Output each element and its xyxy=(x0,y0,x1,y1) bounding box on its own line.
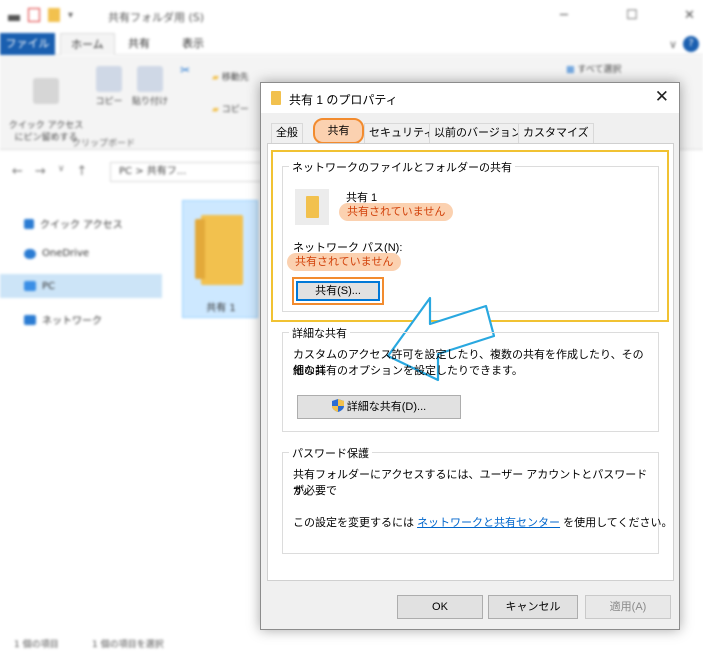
ribbon-tabs: ファイル ホーム 共有 表示 xyxy=(0,33,703,55)
dialog-close-icon[interactable]: ✕ xyxy=(655,87,669,107)
paste-button[interactable]: 貼り付け xyxy=(130,66,170,108)
move-to-icon: ▰ xyxy=(212,73,219,83)
clipboard-group-label: クリップボード xyxy=(72,139,136,149)
copy-to-icon: ▰ xyxy=(212,105,219,115)
recent-dropdown-icon[interactable]: ∨ xyxy=(58,164,65,179)
pc-icon xyxy=(24,281,36,291)
nav-item-network[interactable]: ネットワーク xyxy=(24,312,102,327)
dialog-title: 共有 1 のプロパティ xyxy=(289,93,398,107)
apply-button[interactable]: 適用(A) xyxy=(585,595,671,619)
collapse-ribbon-icon[interactable]: ∨ xyxy=(669,38,677,51)
share-button-highlight: 共有(S)... xyxy=(292,277,384,305)
sharing-panel: ネットワークのファイルとフォルダーの共有 共有 1 共有されていません ネットワ… xyxy=(267,143,674,581)
back-icon[interactable]: ← xyxy=(12,164,23,179)
copy-to-button[interactable]: ▰ コピー xyxy=(212,104,249,116)
properties-icon[interactable] xyxy=(28,8,40,22)
up-icon[interactable]: ↑ xyxy=(76,164,87,179)
password-description-line-2: す。 xyxy=(293,485,314,497)
cancel-button[interactable]: キャンセル xyxy=(488,595,578,619)
network-sharing-center-link[interactable]: ネットワークと共有センター xyxy=(417,517,560,529)
tab-previous-versions[interactable]: 以前のバージョン xyxy=(429,123,527,144)
tab-sharing[interactable]: 共有 xyxy=(315,120,362,144)
folder-icon xyxy=(271,91,281,105)
explorer-title: 共有フォルダ用 (S) xyxy=(108,11,205,24)
network-path-value: 共有されていません xyxy=(287,253,402,271)
ok-button[interactable]: OK xyxy=(397,595,483,619)
new-folder-icon[interactable] xyxy=(48,8,60,22)
password-protection-group: パスワード保護 共有フォルダーにアクセスするには、ユーザー アカウントとパスワー… xyxy=(282,445,673,554)
tab-home[interactable]: ホーム xyxy=(60,33,115,55)
pin-quick-access-button[interactable]: クイック アクセス にピン留めする xyxy=(6,66,86,144)
tab-general[interactable]: 全般 xyxy=(271,123,303,144)
minimize-icon[interactable]: ─ xyxy=(560,8,568,23)
share-status-badge: 共有されていません xyxy=(339,203,454,221)
nav-item-quick-access[interactable]: クイック アクセス xyxy=(24,216,123,231)
advanced-sharing-description-line-2: 細な共有のオプションを設定したりできます。 xyxy=(293,365,523,377)
shared-folder-icon xyxy=(295,189,329,225)
forward-icon[interactable]: → xyxy=(35,164,46,179)
advanced-sharing-group: 詳細な共有 カスタムのアクセス許可を設定したり、複数の共有を作成したり、その他の… xyxy=(282,325,659,432)
qat-dropdown-icon[interactable]: ▾ xyxy=(68,10,73,21)
move-to-button[interactable]: ▰ 移動先 xyxy=(212,72,249,84)
nav-item-onedrive[interactable]: OneDrive xyxy=(24,248,89,259)
selected-count: 1 個の項目を選択 xyxy=(92,640,164,650)
drive-icon[interactable] xyxy=(8,15,20,21)
cloud-icon xyxy=(24,248,36,259)
advanced-sharing-group-label: 詳細な共有 xyxy=(289,325,350,341)
quick-access-toolbar: ▾ xyxy=(8,8,73,22)
status-bar: 1 個の項目 1 個の項目を選択 xyxy=(0,632,703,655)
select-all-icon: ▦ xyxy=(566,65,575,75)
folder-icon xyxy=(195,215,243,285)
star-icon xyxy=(24,218,34,229)
copy-icon xyxy=(96,66,122,92)
pin-icon xyxy=(33,78,59,104)
navigation-pane: クイック アクセス OneDrive PC ネットワーク xyxy=(0,200,162,620)
uac-shield-icon xyxy=(331,399,344,412)
network-share-group-label: ネットワークのファイルとフォルダーの共有 xyxy=(289,159,515,175)
password-protection-group-label: パスワード保護 xyxy=(289,445,372,461)
folder-name: 共有 1 xyxy=(206,303,236,314)
properties-dialog: 共有 1 のプロパティ ✕ 全般 共有 セキュリティ 以前のバージョン カスタマ… xyxy=(260,82,680,630)
tab-file[interactable]: ファイル xyxy=(0,33,55,55)
nav-arrows: ← → ∨ ↑ xyxy=(12,164,87,179)
share-button[interactable]: 共有(S)... xyxy=(296,281,380,301)
close-icon[interactable]: ✕ xyxy=(684,8,695,23)
password-change-instruction: この設定を変更するには ネットワークと共有センター を使用してください。 xyxy=(293,517,673,529)
item-count: 1 個の項目 xyxy=(14,640,59,650)
advanced-sharing-button[interactable]: 詳細な共有(D)... xyxy=(297,395,461,419)
help-icon[interactable]: ? xyxy=(683,36,699,52)
folder-item[interactable]: 共有 1 xyxy=(182,200,258,318)
select-all-button[interactable]: ▦ すべて選択 xyxy=(566,64,621,76)
network-share-group: ネットワークのファイルとフォルダーの共有 共有 1 共有されていません ネットワ… xyxy=(282,159,659,312)
network-icon xyxy=(24,314,36,325)
paste-icon xyxy=(137,66,163,92)
advanced-sharing-button-label: 詳細な共有(D)... xyxy=(346,401,427,413)
nav-item-pc[interactable]: PC xyxy=(0,274,162,298)
tab-view[interactable]: 表示 xyxy=(172,33,214,55)
cut-icon[interactable]: ✂ xyxy=(178,64,192,76)
tab-customize[interactable]: カスタマイズ xyxy=(518,123,594,144)
tab-share[interactable]: 共有 xyxy=(118,33,160,55)
maximize-icon[interactable]: ☐ xyxy=(626,8,638,23)
explorer-titlebar: ▾ 共有フォルダ用 (S) ─ ☐ ✕ xyxy=(0,0,703,32)
dialog-titlebar: 共有 1 のプロパティ ✕ xyxy=(261,83,679,113)
copy-button[interactable]: コピー xyxy=(92,66,126,108)
